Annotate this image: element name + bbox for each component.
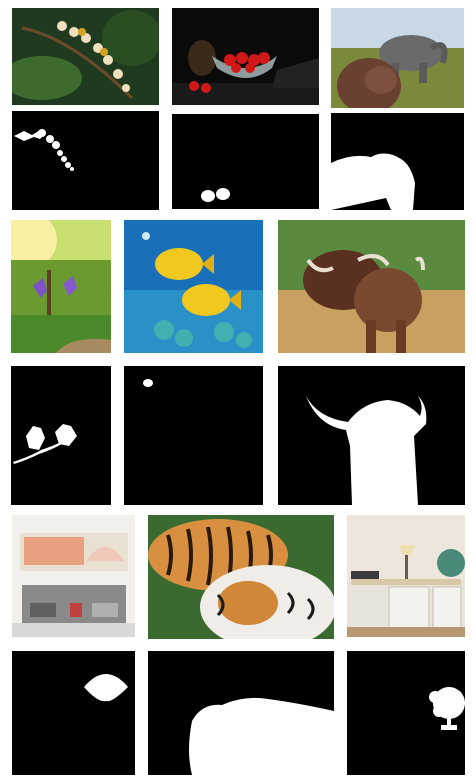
photo-bedroom	[12, 515, 135, 637]
photo-highland-cattle	[278, 220, 465, 353]
mask-park-flowers	[11, 366, 111, 505]
mask-cherries	[172, 114, 319, 209]
mask-flower-branch	[12, 111, 159, 210]
photo-flower-branch	[12, 8, 159, 105]
photo-elephants	[331, 8, 464, 108]
photo-park-flowers	[11, 220, 111, 353]
mask-fan-painting	[12, 651, 135, 775]
mask-yellow-fish	[124, 366, 263, 505]
photo-tigers	[148, 515, 334, 639]
mask-desk-fan	[347, 651, 465, 775]
photo-cherries	[172, 8, 319, 105]
photo-yellow-fish	[124, 220, 263, 353]
mask-tiger	[148, 651, 334, 775]
mask-highland-cattle	[278, 366, 465, 505]
mask-elephant	[331, 113, 464, 210]
photo-desk-fan	[347, 515, 465, 637]
